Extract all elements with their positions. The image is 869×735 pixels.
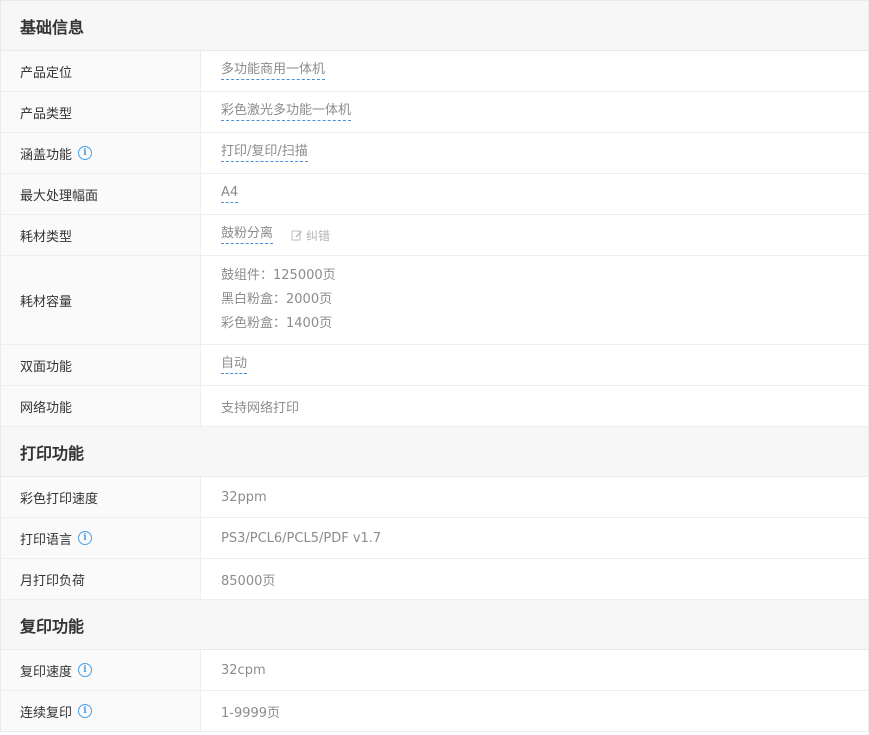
correct-error-button[interactable]: 纠错 xyxy=(291,227,330,244)
spec-label: 打印语言 xyxy=(20,532,73,548)
spec-value: 32cpm xyxy=(221,662,266,678)
spec-value-cell: 鼓组件：125000页 黑白粉盒：2000页 彩色粉盒：1400页 xyxy=(201,256,868,344)
spec-label-cell: 复印速度 i xyxy=(1,650,201,690)
spec-row-duplex: 双面功能 自动 xyxy=(1,345,868,386)
spec-label: 产品定位 xyxy=(1,51,201,91)
spec-label: 连续复印 xyxy=(20,705,73,721)
spec-value-cell: 多功能商用一体机 xyxy=(201,51,868,91)
spec-value-link[interactable]: 鼓粉分离 xyxy=(221,226,274,244)
spec-value: 32ppm xyxy=(221,489,267,505)
spec-label-cell: 打印语言 i xyxy=(1,518,201,558)
spec-value-link[interactable]: 自动 xyxy=(221,356,248,374)
spec-label: 月打印负荷 xyxy=(1,559,201,599)
section-header-print: 打印功能 xyxy=(1,427,868,477)
spec-table: 基础信息 产品定位 多功能商用一体机 产品类型 彩色激光多功能一体机 涵盖功能 … xyxy=(0,0,869,732)
spec-value: PS3/PCL6/PCL5/PDF v1.7 xyxy=(221,530,382,546)
spec-value-cell: A4 xyxy=(201,174,868,214)
spec-value: 85000页 xyxy=(221,573,276,589)
spec-label: 网络功能 xyxy=(1,386,201,426)
spec-row-color-print-speed: 彩色打印速度 32ppm xyxy=(1,477,868,518)
spec-label: 涵盖功能 xyxy=(20,147,73,163)
spec-value-link[interactable]: A4 xyxy=(221,185,239,203)
section-header-copy: 复印功能 xyxy=(1,600,868,650)
capacity-line: 黑白粉盒：2000页 xyxy=(221,292,333,307)
spec-value-link[interactable]: 多功能商用一体机 xyxy=(221,62,326,80)
spec-label: 复印速度 xyxy=(20,664,73,680)
spec-row-consumable-capacity: 耗材容量 鼓组件：125000页 黑白粉盒：2000页 彩色粉盒：1400页 xyxy=(1,256,868,345)
spec-value-link[interactable]: 彩色激光多功能一体机 xyxy=(221,103,352,121)
spec-row-network: 网络功能 支持网络打印 xyxy=(1,386,868,427)
spec-row-max-format: 最大处理幅面 A4 xyxy=(1,174,868,215)
spec-label: 耗材类型 xyxy=(1,215,201,255)
spec-row-consumable-type: 耗材类型 鼓粉分离 纠错 xyxy=(1,215,868,256)
spec-label: 产品类型 xyxy=(1,92,201,132)
spec-value-cell: 自动 xyxy=(201,345,868,385)
info-circle-icon[interactable]: i xyxy=(78,146,93,160)
capacity-line: 彩色粉盒：1400页 xyxy=(221,316,333,331)
spec-label: 彩色打印速度 xyxy=(1,477,201,517)
spec-row-print-language: 打印语言 i PS3/PCL6/PCL5/PDF v1.7 xyxy=(1,518,868,559)
spec-row-product-type: 产品类型 彩色激光多功能一体机 xyxy=(1,92,868,133)
spec-row-continuous-copy: 连续复印 i 1-9999页 xyxy=(1,691,868,732)
info-circle-icon[interactable]: i xyxy=(78,663,93,677)
spec-label-cell: 连续复印 i xyxy=(1,691,201,731)
info-circle-icon[interactable]: i xyxy=(78,531,93,545)
spec-value-cell: 鼓粉分离 纠错 xyxy=(201,215,868,255)
spec-label: 双面功能 xyxy=(1,345,201,385)
spec-label: 耗材容量 xyxy=(1,256,201,344)
info-circle-icon[interactable]: i xyxy=(78,704,93,718)
section-header-basic: 基础信息 xyxy=(1,1,868,51)
spec-value-cell: 彩色激光多功能一体机 xyxy=(201,92,868,132)
correct-error-label: 纠错 xyxy=(306,228,331,243)
spec-value: 支持网络打印 xyxy=(221,400,300,416)
pencil-icon xyxy=(291,230,303,241)
spec-row-product-positioning: 产品定位 多功能商用一体机 xyxy=(1,51,868,92)
spec-row-copy-speed: 复印速度 i 32cpm xyxy=(1,650,868,691)
spec-label: 最大处理幅面 xyxy=(1,174,201,214)
spec-row-functions: 涵盖功能 i 打印/复印/扫描 xyxy=(1,133,868,174)
spec-label-cell: 涵盖功能 i xyxy=(1,133,201,173)
spec-value: 1-9999页 xyxy=(221,705,281,721)
capacity-line: 鼓组件：125000页 xyxy=(221,268,336,283)
spec-value-link[interactable]: 打印/复印/扫描 xyxy=(221,144,308,162)
spec-row-monthly-duty: 月打印负荷 85000页 xyxy=(1,559,868,600)
spec-value-cell: 打印/复印/扫描 xyxy=(201,133,868,173)
